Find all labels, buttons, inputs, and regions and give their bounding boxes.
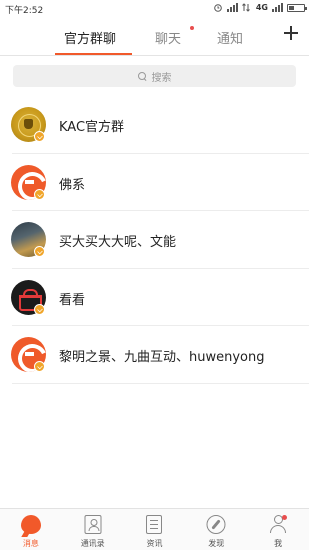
nav-contacts[interactable]: 通讯录 [62,509,124,550]
group-name: 黎明之景、九曲互动、huwenyong [59,350,265,365]
verified-badge-icon [34,246,45,257]
tab-notifications[interactable]: 通知 [217,28,243,47]
nav-discover[interactable]: 发现 [185,509,247,550]
battery-icon [287,3,307,12]
top-tab-bar: 官方群聊 聊天 通知 [0,18,309,56]
verified-badge-icon [34,361,45,372]
nav-label: 发现 [208,539,225,548]
plus-icon[interactable] [280,22,302,44]
group-name: 买大买大大呢、文能 [59,235,177,250]
nav-label: 通讯录 [80,539,105,548]
list-item[interactable]: 黎明之景、九曲互动、huwenyong [0,326,309,384]
verified-badge-icon [34,188,45,200]
bottom-nav: 消息 通讯录 资讯 发现 我 [0,508,309,550]
nav-label: 资讯 [146,539,163,548]
divider [12,382,309,384]
group-name: 佛系 [59,177,86,193]
tab-official-groups[interactable]: 官方群聊 [64,28,116,47]
group-name: KAC官方群 [59,120,125,135]
list-item[interactable]: KAC官方群 [0,96,309,154]
signal-icon [272,3,283,12]
unread-dot [282,515,287,520]
signal-icon [226,3,238,12]
list-item[interactable]: 佛系 [0,154,309,211]
contacts-icon [84,515,102,534]
nav-news[interactable]: 资讯 [124,509,186,550]
status-bar: 下午2:52 4G [0,0,309,18]
list-item[interactable]: 看看 [0,269,309,326]
search-bar[interactable]: 搜索 [13,65,296,87]
search-placeholder: 搜索 [151,72,172,84]
nav-label: 消息 [22,539,39,548]
data-icon [242,3,252,12]
status-icons: 4G [213,3,307,12]
verified-badge-icon [34,131,45,142]
group-list: KAC官方群 佛系 买大买大大呢、文能 看看 黎明之景、九曲互动、huwenyo… [0,96,309,384]
unread-dot [190,26,194,30]
status-time: 下午2:52 [5,6,44,16]
compass-icon [206,515,226,534]
nav-messages[interactable]: 消息 [0,509,62,550]
nav-me[interactable]: 我 [247,509,309,550]
news-icon [146,515,163,534]
group-name: 看看 [59,292,86,308]
chat-bubble-icon [20,515,41,534]
search-icon [137,71,147,81]
nav-label: 我 [274,539,283,548]
alarm-icon [213,3,223,12]
list-item[interactable]: 买大买大大呢、文能 [0,211,309,269]
verified-badge-icon [34,303,45,315]
network-label: 4G [255,3,268,12]
tab-chat[interactable]: 聊天 [155,28,181,47]
active-tab-indicator [55,53,132,55]
